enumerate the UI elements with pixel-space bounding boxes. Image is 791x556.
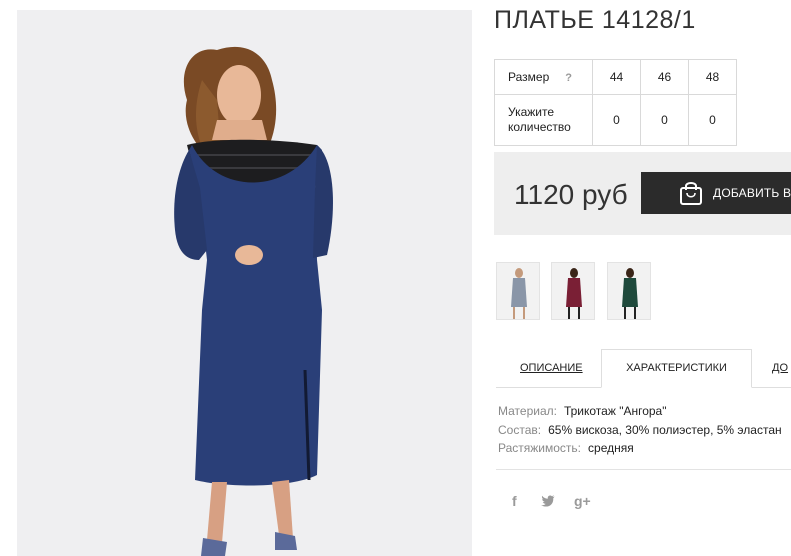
quantity-row: Укажите количество 0 0 0 <box>494 94 737 146</box>
tab-delivery[interactable]: ДО <box>772 362 788 374</box>
product-main-image[interactable] <box>17 10 472 556</box>
quantity-48-input[interactable]: 0 <box>688 94 737 146</box>
size-help-icon[interactable]: ? <box>565 72 572 84</box>
thumbnail-burgundy-image <box>566 268 582 319</box>
spec-material-value: Трикотаж "Ангора" <box>563 404 667 418</box>
product-title: ПЛАТЬЕ 14128/1 <box>494 6 696 34</box>
spec-stretch: Растяжимость: средняя <box>498 441 634 455</box>
twitter-bird-icon <box>541 495 555 507</box>
price-panel: 1120 руб ДОБАВИТЬ В З <box>494 152 791 235</box>
thumbnail-grey-dress[interactable] <box>496 262 540 320</box>
spec-stretch-key: Растяжимость: <box>498 441 582 455</box>
spec-material: Материал: Трикотаж "Ангора" <box>498 404 666 418</box>
quantity-label-cell: Укажите количество <box>494 94 593 146</box>
size-44: 44 <box>592 59 641 95</box>
twitter-icon[interactable] <box>541 494 555 510</box>
add-to-cart-label: ДОБАВИТЬ В З <box>713 186 791 200</box>
dress-model-illustration <box>174 46 333 556</box>
tab-characteristics[interactable]: ХАРАКТЕРИСТИКИ <box>601 349 752 388</box>
size-label: Размер <box>508 70 550 84</box>
spec-stretch-value: средняя <box>588 441 634 455</box>
spec-composition: Состав: 65% вискоза, 30% полиэстер, 5% эл… <box>498 423 782 437</box>
spec-material-key: Материал: <box>498 404 557 418</box>
tab-description[interactable]: ОПИСАНИЕ <box>520 362 583 374</box>
quantity-46-input[interactable]: 0 <box>640 94 689 146</box>
quantity-44-input[interactable]: 0 <box>592 94 641 146</box>
content-divider <box>496 469 791 470</box>
quantity-label-line2: количество <box>508 120 571 134</box>
size-46: 46 <box>640 59 689 95</box>
google-plus-icon[interactable]: g+ <box>574 493 591 509</box>
thumbnail-burgundy-dress[interactable] <box>551 262 595 320</box>
size-48: 48 <box>688 59 737 95</box>
spec-composition-value: 65% вискоза, 30% полиэстер, 5% эластан <box>548 423 782 437</box>
size-label-cell: Размер? <box>494 59 593 95</box>
size-quantity-table: Размер? 44 46 48 Укажите количество 0 0 … <box>494 59 737 146</box>
facebook-icon[interactable]: f <box>512 493 517 509</box>
shopping-bag-icon <box>680 182 702 205</box>
thumbnail-green-dress[interactable] <box>607 262 651 320</box>
thumbnail-grey-image <box>511 268 527 319</box>
thumbnail-green-image <box>622 268 638 319</box>
product-price: 1120 руб <box>514 179 628 210</box>
size-row: Размер? 44 46 48 <box>494 59 737 95</box>
add-to-cart-button[interactable]: ДОБАВИТЬ В З <box>641 172 791 214</box>
quantity-label-line1: Укажите <box>508 105 555 119</box>
spec-composition-key: Состав: <box>498 423 542 437</box>
